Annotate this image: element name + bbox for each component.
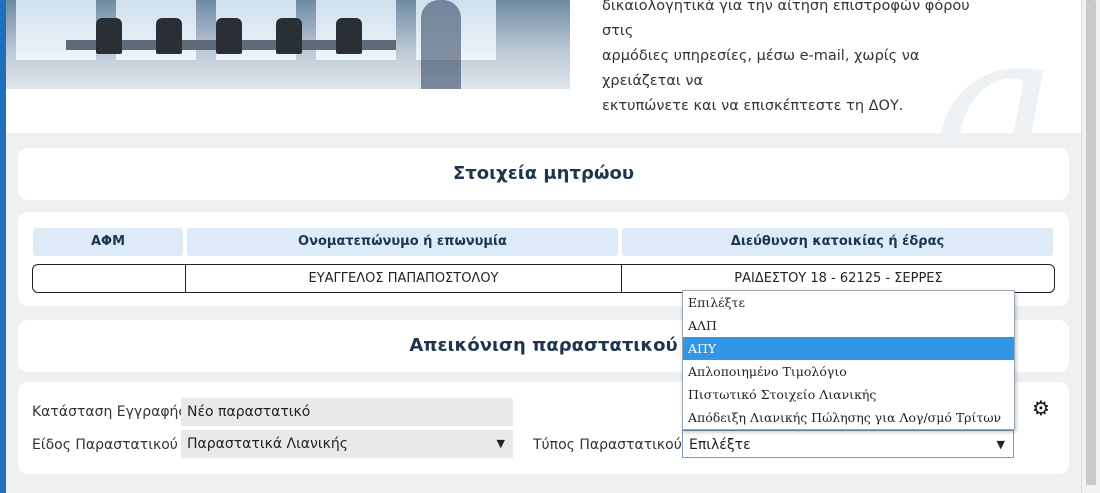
- banner-text-line: αρμόδιες υπηρεσίες, μέσω e-mail, χωρίς ν…: [602, 48, 920, 89]
- info-banner: g δικαιολογητικά για την αίτηση επιστροφ…: [6, 0, 1082, 133]
- caret-down-icon: ▼: [496, 437, 505, 450]
- status-label: Κατάσταση Εγγραφής: [32, 404, 187, 420]
- banner-text-line: δικαιολογητικά για την αίτηση επιστροφών…: [602, 0, 970, 39]
- banner-photo: [6, 0, 570, 89]
- doc-type-select[interactable]: Επιλέξτε ▼: [682, 430, 1014, 458]
- doc-type-label: Τύπος Παραστατικού *: [533, 437, 693, 453]
- doc-kind-label: Είδος Παραστατικού *: [32, 437, 189, 453]
- doc-kind-select[interactable]: Παραστατικά Λιανικής ▼: [181, 430, 513, 458]
- dropdown-option[interactable]: Πιστωτικό Στοιχείο Λιανικής: [683, 383, 1014, 406]
- dropdown-option[interactable]: Επιλέξτε: [683, 291, 1014, 314]
- dropdown-option[interactable]: Απόδειξη Λιανικής Πώλησης για Λογ/σμό Τρ…: [683, 406, 1014, 429]
- dropdown-option-highlighted[interactable]: ΑΠΥ: [683, 337, 1014, 360]
- column-header-address: Διεύθυνση κατοικίας ή έδρας: [622, 228, 1053, 256]
- doc-type-dropdown-list: Επιλέξτε ΑΛΠ ΑΠΥ Απλοποιημένο Τιμολόγιο …: [682, 290, 1015, 430]
- column-header-name: Ονοματεπώνυμο ή επωνυμία: [187, 228, 618, 256]
- registry-section-header: Στοιχεία μητρώου: [18, 148, 1069, 200]
- scrollbar-thumb[interactable]: [1086, 0, 1096, 485]
- cell-address: ΡΑΙΔΕΣΤΟΥ 18 - 62125 - ΣΕΡΡΕΣ: [621, 265, 1055, 292]
- doc-type-value: Επιλέξτε: [689, 437, 751, 453]
- doc-kind-label-text: Είδος Παραστατικού: [32, 437, 178, 453]
- table-row: ΕΥΑΓΓΕΛΟΣ ΠΑΠΑΠΟΣΤΟΛΟΥ ΡΑΙΔΕΣΤΟΥ 18 - 62…: [32, 264, 1055, 293]
- doc-kind-value: Παραστατικά Λιανικής: [187, 436, 348, 452]
- banner-text-line: εκτυπώνετε και να επισκέπτεστε τη ΔΟΥ.: [602, 98, 904, 114]
- page-scrollbar[interactable]: [1081, 0, 1100, 493]
- dropdown-option[interactable]: ΑΛΠ: [683, 314, 1014, 337]
- banner-text: δικαιολογητικά για την αίτηση επιστροφών…: [602, 0, 972, 119]
- cell-afm: [33, 265, 185, 292]
- column-header-afm: ΑΦΜ: [33, 228, 183, 256]
- cell-name: ΕΥΑΓΓΕΛΟΣ ΠΑΠΑΠΟΣΤΟΛΟΥ: [185, 265, 621, 292]
- registry-title: Στοιχεία μητρώου: [452, 163, 635, 184]
- caret-down-icon: ▼: [996, 438, 1005, 451]
- doc-type-label-text: Τύπος Παραστατικού: [533, 437, 682, 453]
- gear-icon[interactable]: ⚙: [1032, 396, 1050, 420]
- dropdown-option[interactable]: Απλοποιημένο Τιμολόγιο: [683, 360, 1014, 383]
- status-field: Νέο παραστατικό: [181, 398, 513, 426]
